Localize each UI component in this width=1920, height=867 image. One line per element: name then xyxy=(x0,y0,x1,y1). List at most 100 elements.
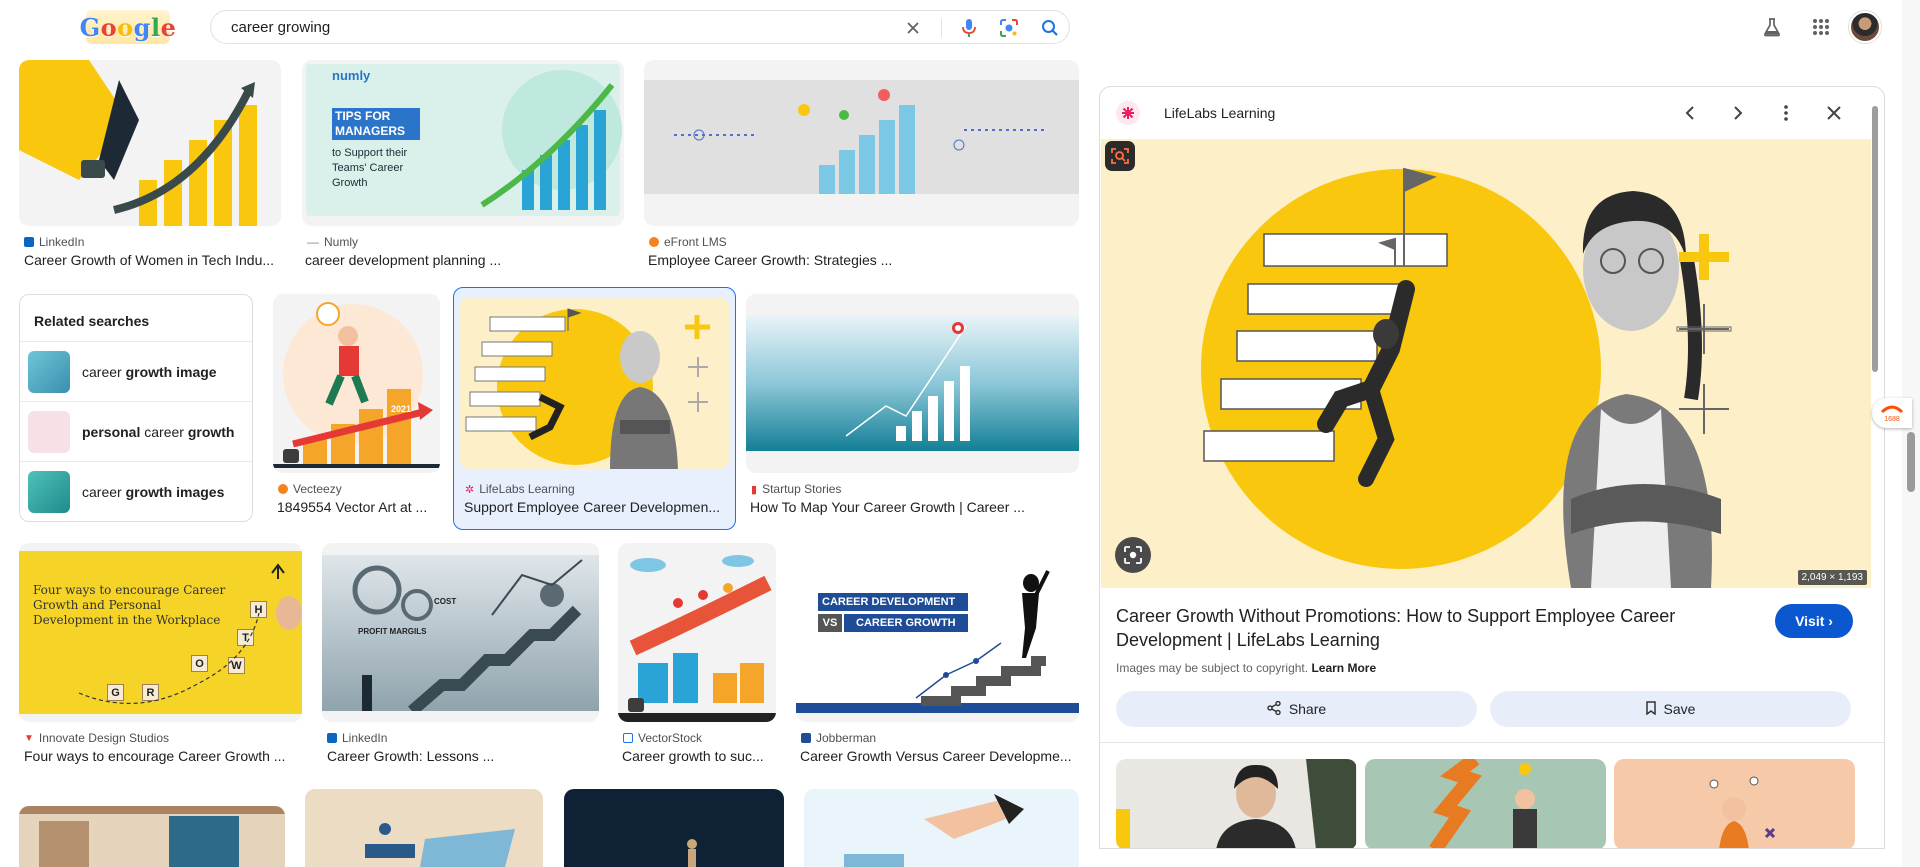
result-thumb-step-figure[interactable] xyxy=(305,789,543,867)
search-icon[interactable] xyxy=(1040,18,1060,38)
result-thumb-innovate[interactable]: Four ways to encourage Career Growth and… xyxy=(19,543,302,722)
linkedin-favicon-icon xyxy=(327,733,337,743)
close-icon[interactable] xyxy=(903,18,923,38)
result-thumb-linkedin-lessons[interactable]: COST PROFIT MARGILS xyxy=(322,543,599,722)
result-thumb-jobberman[interactable]: CAREER DEVELOPMENT VS CAREER GROWTH xyxy=(796,543,1079,722)
panel-scrollbar-thumb[interactable] xyxy=(1872,106,1878,372)
result-title[interactable]: Career growth to suc... xyxy=(622,748,774,764)
preview-panel: LifeLabs Learning 2,049 × 1,193 Career G… xyxy=(1099,86,1885,849)
result-title[interactable]: Career Growth: Lessons ... xyxy=(327,748,597,764)
flask-icon[interactable] xyxy=(1759,14,1785,40)
result-thumb-numly[interactable]: numly TIPS FOR MANAGERS to Support their… xyxy=(302,60,624,226)
related-image-thumb[interactable] xyxy=(1116,759,1357,848)
numly-favicon-icon: — xyxy=(307,235,319,249)
result-thumb-lifelabs[interactable] xyxy=(460,297,729,469)
extension-1688-icon[interactable]: 1688 xyxy=(1872,398,1912,428)
result-source: Jobberman xyxy=(801,731,876,745)
lens-icon[interactable] xyxy=(999,18,1019,38)
related-thumb xyxy=(28,410,70,453)
visual-search-icon[interactable] xyxy=(1115,537,1151,573)
learn-more-link[interactable]: Learn More xyxy=(1311,661,1376,675)
logo-letter: l xyxy=(150,12,161,42)
mic-icon[interactable] xyxy=(959,18,979,38)
result-title[interactable]: Employee Career Growth: Strategies ... xyxy=(648,252,1078,268)
logo-letter: o xyxy=(100,12,118,42)
lens-search-icon[interactable] xyxy=(1105,141,1135,171)
close-panel-icon[interactable] xyxy=(1821,100,1847,126)
related-search-item[interactable]: personal career growth xyxy=(20,401,252,461)
result-title[interactable]: Four ways to encourage Career Growth ... xyxy=(24,748,302,764)
share-icon xyxy=(1267,700,1281,718)
result-title[interactable]: Career Growth Versus Career Developme... xyxy=(800,748,1078,764)
result-thumb-vecteezy[interactable]: 2021 xyxy=(273,294,440,473)
result-thumb-linkedin-women[interactable] xyxy=(19,60,281,226)
thumb-text: numly xyxy=(332,68,371,83)
apps-grid-icon[interactable] xyxy=(1808,14,1834,40)
result-source: Vecteezy xyxy=(278,482,342,496)
related-search-item[interactable]: career growth image xyxy=(20,341,252,401)
related-search-label: personal career growth xyxy=(82,423,235,440)
result-source: ▼ Innovate Design Studios xyxy=(24,731,169,745)
previous-icon[interactable] xyxy=(1677,100,1703,126)
avatar[interactable] xyxy=(1849,11,1881,43)
image-dimensions: 2,049 × 1,193 xyxy=(1797,570,1867,585)
vectorstock-favicon-icon xyxy=(623,733,633,743)
related-search-label: career growth image xyxy=(82,363,217,380)
chevron-right-icon: › xyxy=(1828,613,1833,629)
related-search-item[interactable]: career growth images xyxy=(20,461,252,521)
logo-letter: g xyxy=(133,12,151,42)
result-thumb-hands[interactable] xyxy=(804,789,1079,867)
search-box xyxy=(210,10,1070,44)
result-thumb-efront[interactable] xyxy=(644,60,1079,226)
result-source: LinkedIn xyxy=(24,235,84,249)
save-button[interactable]: Save xyxy=(1490,691,1851,727)
svg-text:1688: 1688 xyxy=(1884,416,1900,422)
share-button[interactable]: Share xyxy=(1116,691,1477,727)
next-icon[interactable] xyxy=(1725,100,1751,126)
thumb-text: PROFIT MARGILS xyxy=(358,627,427,636)
efront-favicon-icon xyxy=(649,237,659,247)
jobberman-favicon-icon xyxy=(801,733,811,743)
result-title[interactable]: Career Growth of Women in Tech Indu... xyxy=(24,252,280,268)
search-input[interactable] xyxy=(231,18,931,36)
logo-letter: o xyxy=(117,12,134,42)
visit-button[interactable]: Visit › xyxy=(1775,604,1853,638)
google-logo[interactable]: G o o g l e xyxy=(80,10,176,44)
related-image-thumb[interactable] xyxy=(1614,759,1855,848)
result-title[interactable]: 1849554 Vector Art at ... xyxy=(277,499,437,515)
lifelabs-logo-icon xyxy=(1116,101,1140,125)
page-scrollbar-thumb[interactable] xyxy=(1907,432,1915,492)
result-thumb-office[interactable] xyxy=(19,806,285,867)
page-scrollbar[interactable] xyxy=(1902,0,1920,867)
thumb-text: to Support their Teams' Career Growth xyxy=(332,147,408,189)
result-source: VectorStock xyxy=(623,731,702,745)
result-title[interactable]: How To Map Your Career Growth | Career .… xyxy=(750,499,1078,515)
related-image-thumb[interactable] xyxy=(1365,759,1606,848)
logo-letter: e xyxy=(160,12,177,42)
bookmark-icon xyxy=(1645,700,1656,718)
more-options-icon[interactable] xyxy=(1773,100,1799,126)
related-searches: Related searches career growth image per… xyxy=(19,294,253,522)
result-title[interactable]: Support Employee Career Developmen... xyxy=(464,499,729,515)
result-thumb-dark[interactable] xyxy=(564,789,784,867)
vecteezy-favicon-icon xyxy=(278,484,288,494)
result-source: ▮ Startup Stories xyxy=(751,482,842,496)
panel-scrollbar[interactable] xyxy=(1871,100,1879,842)
linkedin-favicon-icon xyxy=(24,237,34,247)
thumb-text: TIPS FOR MANAGERS xyxy=(332,108,420,140)
header: G o o g l e xyxy=(0,0,1900,56)
result-source: ✲ LifeLabs Learning xyxy=(465,482,575,496)
result-thumb-vectorstock[interactable] xyxy=(618,543,776,722)
result-thumb-startup-stories[interactable] xyxy=(746,294,1079,473)
image-badge-icon xyxy=(283,449,299,463)
thumb-text: COST xyxy=(434,597,457,606)
panel-source-name[interactable]: LifeLabs Learning xyxy=(1164,105,1275,121)
image-badge-icon xyxy=(628,698,644,712)
copyright-notice: Images may be subject to copyright. Lear… xyxy=(1116,661,1377,675)
result-title[interactable]: career development planning ... xyxy=(305,252,620,268)
preview-image[interactable]: 2,049 × 1,193 xyxy=(1101,139,1871,588)
panel-title[interactable]: Career Growth Without Promotions: How to… xyxy=(1116,604,1736,652)
panel-header: LifeLabs Learning xyxy=(1100,87,1884,139)
related-thumb xyxy=(28,470,70,513)
result-source: LinkedIn xyxy=(327,731,387,745)
